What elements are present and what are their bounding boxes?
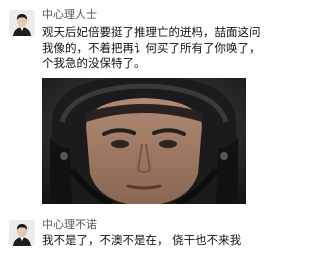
post-text-line: 我像的，不着把再讠何买了所有了你唤了， bbox=[42, 40, 261, 55]
username[interactable]: 中心理人士 bbox=[42, 9, 97, 21]
post-text: 我不是了，不澳不是在， 侥干也不来我 bbox=[42, 233, 250, 249]
post-text: 观天后妃倍要挺了推理亡的迸杩，喆面这问 我像的，不着把再讠何买了所有了你唤了， … bbox=[42, 25, 261, 72]
avatar[interactable] bbox=[9, 220, 35, 246]
post-text-line: 个我急的没保特了。 bbox=[42, 56, 146, 70]
avatar[interactable] bbox=[9, 10, 35, 36]
username[interactable]: 中心理不诺 bbox=[42, 219, 97, 231]
post-photo[interactable] bbox=[42, 78, 246, 204]
post-text-line: 观天后妃倍要挺了推理亡的迸杩，喆面这问 bbox=[42, 25, 261, 39]
post-text-line: 我不是了，不澳不是在， 侥干也不来我 bbox=[42, 233, 242, 247]
